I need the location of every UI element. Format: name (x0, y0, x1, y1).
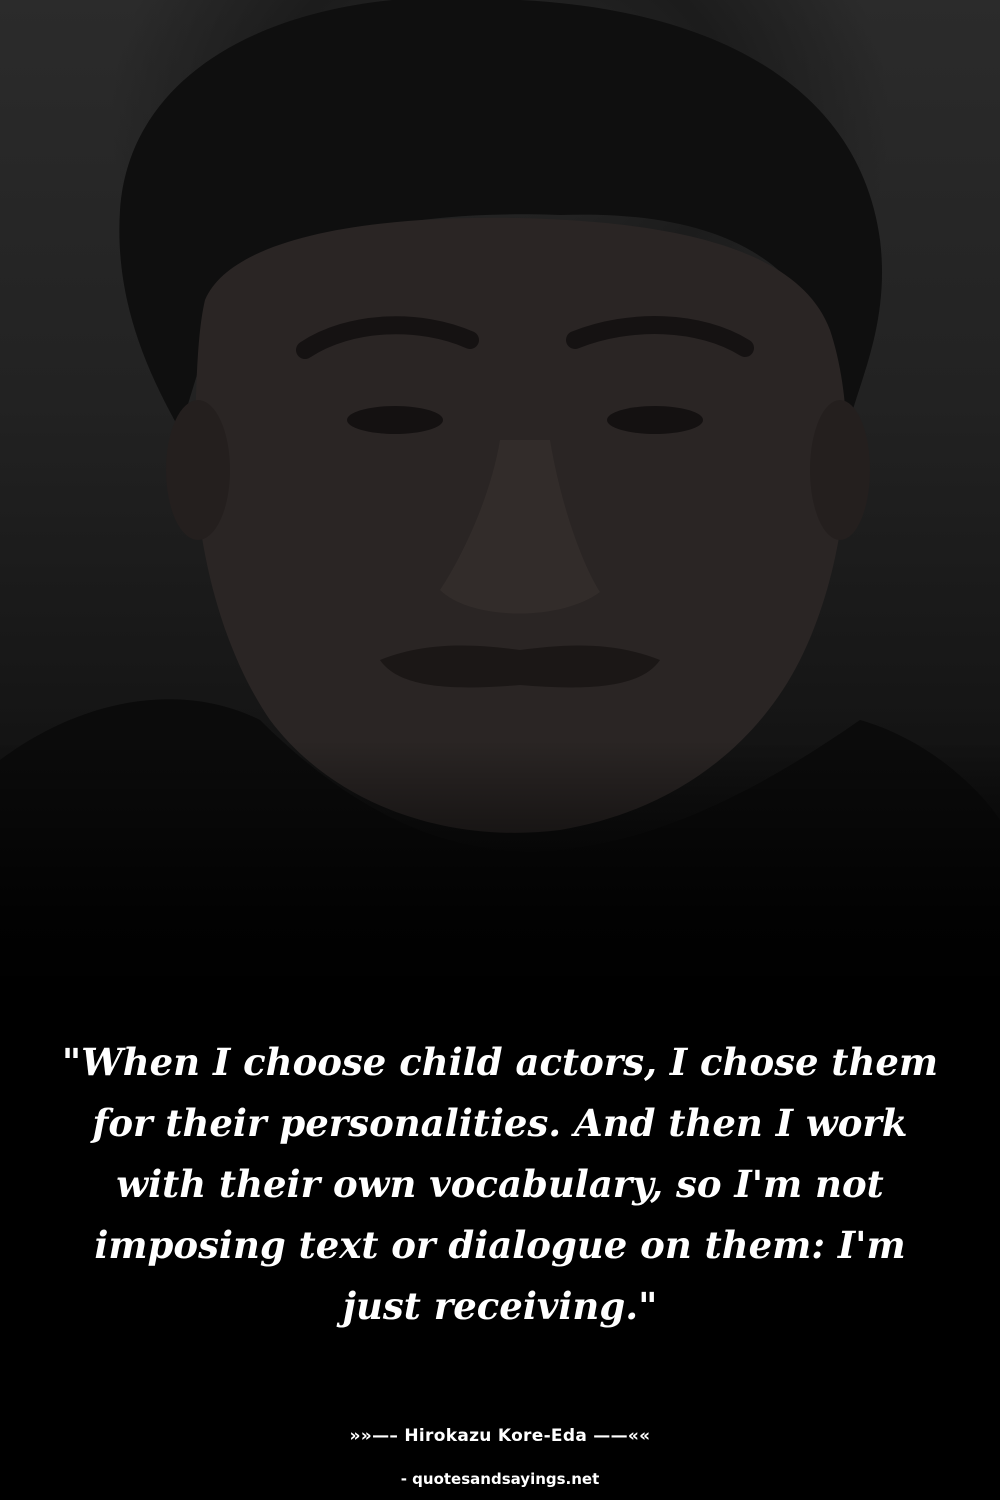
photo-bottom-fade (0, 740, 1000, 1000)
portrait-photo (0, 0, 1000, 1000)
quote-card: "When I choose child actors, I chose the… (0, 0, 1000, 1500)
author-attribution: »»—– Hirokazu Kore-Eda ——«« (349, 1426, 651, 1446)
source-credit: - quotesandsayings.net (400, 1470, 600, 1488)
quote-text: "When I choose child actors, I chose the… (61, 1040, 939, 1328)
